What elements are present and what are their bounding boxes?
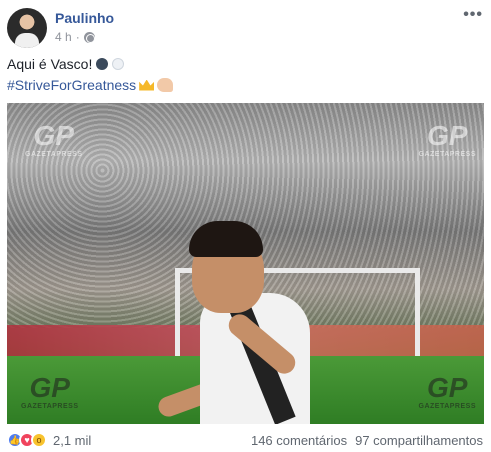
hashtag-link[interactable]: #StriveForGreatness xyxy=(7,77,136,93)
timestamp[interactable]: 4 h xyxy=(55,30,72,44)
wow-icon: o xyxy=(31,432,47,448)
facebook-post: Paulinho 4 h · ••• Aqui é Vasco! #Strive… xyxy=(0,0,491,452)
post-text: Aqui é Vasco! xyxy=(7,56,125,72)
shares-count[interactable]: 97 compartilhamentos xyxy=(355,433,483,448)
reactions-summary[interactable]: 👍 ♥ o 2,1 mil xyxy=(7,432,91,448)
avatar[interactable] xyxy=(7,8,47,48)
watermark-logo: GP GAZETAPRESS xyxy=(25,120,83,159)
more-options-button[interactable]: ••• xyxy=(463,6,483,24)
globe-icon[interactable] xyxy=(83,31,95,43)
flexed-biceps-icon xyxy=(157,78,174,92)
player-hair xyxy=(189,221,263,257)
watermark-logo: GP GAZETAPRESS xyxy=(418,372,476,411)
post-stats: 146 comentários 97 compartilhamentos xyxy=(251,433,483,448)
author-name[interactable]: Paulinho xyxy=(55,10,114,26)
post-photo[interactable]: GP GAZETAPRESS GP GAZETAPRESS GP GAZETAP… xyxy=(7,103,484,424)
white-circle-icon xyxy=(112,58,125,70)
crown-icon xyxy=(139,79,155,91)
post-meta: 4 h · xyxy=(55,30,95,44)
comments-count[interactable]: 146 comentários xyxy=(251,433,347,448)
hashtag-line: #StriveForGreatness xyxy=(7,77,174,93)
black-circle-icon xyxy=(96,58,109,70)
watermark-logo: GP GAZETAPRESS xyxy=(418,120,476,159)
watermark-logo: GP GAZETAPRESS xyxy=(21,372,79,411)
reaction-count[interactable]: 2,1 mil xyxy=(53,433,91,448)
post-text-content: Aqui é Vasco! xyxy=(7,56,93,72)
